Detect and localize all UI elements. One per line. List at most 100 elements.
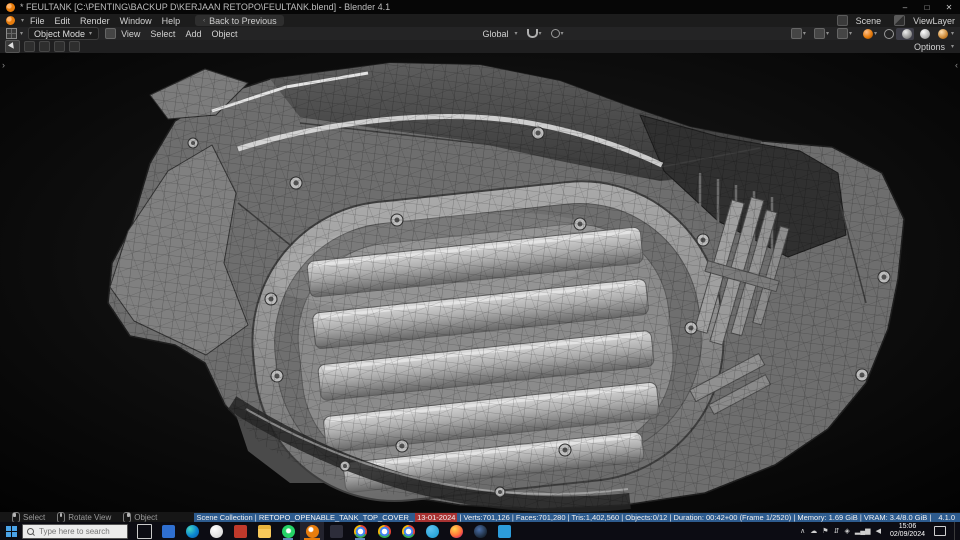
red-app-button[interactable] xyxy=(228,522,252,540)
tool-option-icon-1[interactable] xyxy=(24,41,35,52)
menu-render[interactable]: Render xyxy=(80,16,110,26)
menu-object[interactable]: Object xyxy=(211,29,237,39)
maximize-button[interactable]: □ xyxy=(916,0,938,14)
close-button[interactable]: ✕ xyxy=(938,0,960,14)
mode-options-icon[interactable] xyxy=(105,28,117,39)
options-caret-icon[interactable]: ▾ xyxy=(951,43,954,50)
snap-magnet-icon[interactable] xyxy=(526,29,538,38)
transform-orientation-selector[interactable]: Global xyxy=(482,29,508,39)
tool-option-icon-2[interactable] xyxy=(39,41,50,52)
shading-material-button[interactable] xyxy=(914,28,932,40)
menu-file[interactable]: File xyxy=(30,16,45,26)
system-tray: ∧ ☁ ⚑ ⇵ ◈ ▂▄▆ ◀ 15:06 02/09/2024 xyxy=(800,522,960,540)
overlays-caret-icon[interactable]: ▾ xyxy=(849,30,852,37)
whatsapp-button[interactable] xyxy=(276,522,300,540)
clock-time: 15:06 xyxy=(898,523,917,530)
mail-app-button[interactable] xyxy=(156,522,180,540)
proportional-editing-icon[interactable] xyxy=(550,29,560,38)
shading-caret-icon[interactable]: ▾ xyxy=(951,30,954,37)
blender-menu-caret-icon[interactable]: ▾ xyxy=(21,17,24,24)
network-signal-icon[interactable]: ▂▄▆ xyxy=(855,527,871,535)
show-desktop-button[interactable] xyxy=(954,522,958,540)
edge-button[interactable] xyxy=(180,522,204,540)
viewlayer-selector[interactable]: ViewLayer xyxy=(913,16,955,26)
telegram-button[interactable] xyxy=(420,522,444,540)
matcap-sphere-icon[interactable] xyxy=(862,28,873,39)
browser-button[interactable] xyxy=(204,522,228,540)
shading-rendered-button[interactable] xyxy=(932,28,950,40)
whatsapp-icon xyxy=(281,524,295,538)
start-button[interactable] xyxy=(0,522,22,540)
tool-option-icon-3[interactable] xyxy=(54,41,65,52)
back-to-previous-button[interactable]: ‹ Back to Previous xyxy=(195,15,284,26)
vscode-button[interactable] xyxy=(492,522,516,540)
blender-taskbar-button[interactable] xyxy=(300,522,324,540)
gizmos-toggle-icon[interactable] xyxy=(813,28,825,39)
tray-chevron-icon[interactable]: ∧ xyxy=(800,527,805,535)
visibility-caret-icon[interactable]: ▾ xyxy=(803,30,806,37)
minimize-button[interactable]: – xyxy=(894,0,916,14)
dark-app-button[interactable] xyxy=(324,522,348,540)
editor-type-icon[interactable] xyxy=(6,28,17,39)
stats-geometry: | Verts:701,126 | Faces:701,280 | Tris:1… xyxy=(457,512,934,522)
menu-view[interactable]: View xyxy=(121,29,140,39)
material-sphere-icon xyxy=(919,28,930,39)
gizmos-caret-icon[interactable]: ▾ xyxy=(826,30,829,37)
mouse-right-icon xyxy=(123,511,132,523)
search-input[interactable] xyxy=(37,525,121,537)
toolbar-toggle-icon[interactable]: › xyxy=(2,60,5,70)
tool-option-icon-4[interactable] xyxy=(69,41,80,52)
proportional-caret-icon[interactable]: ▾ xyxy=(561,30,564,37)
menu-edit[interactable]: Edit xyxy=(55,16,71,26)
file-explorer-button[interactable] xyxy=(252,522,276,540)
blender-menu-icon[interactable] xyxy=(6,16,15,25)
hint-rotate-label: Rotate View xyxy=(68,512,112,522)
chrome-button-3[interactable] xyxy=(396,522,420,540)
menu-window[interactable]: Window xyxy=(120,16,152,26)
snap-caret-icon[interactable]: ▾ xyxy=(539,30,542,37)
3d-viewport[interactable]: › ‹ xyxy=(0,53,960,512)
tray-cloud-icon[interactable]: ☁ xyxy=(810,527,817,535)
action-center-icon[interactable] xyxy=(934,526,946,536)
menu-help[interactable]: Help xyxy=(162,16,181,26)
matcap-caret-icon[interactable]: ▾ xyxy=(874,30,877,37)
volume-icon[interactable]: ◀ xyxy=(876,527,881,535)
menu-add[interactable]: Add xyxy=(185,29,201,39)
taskbar-apps xyxy=(132,522,516,540)
steam-button[interactable] xyxy=(468,522,492,540)
window-title: * FEULTANK [C:\PENTING\BACKUP D\KERJAAN … xyxy=(20,2,391,12)
menu-select[interactable]: Select xyxy=(150,29,175,39)
taskbar-clock[interactable]: 15:06 02/09/2024 xyxy=(886,523,929,539)
firefox-button[interactable] xyxy=(444,522,468,540)
chrome-button-2[interactable] xyxy=(372,522,396,540)
window-controls: – □ ✕ xyxy=(894,0,960,14)
viewport-header: ▾ Object Mode ▾ View Select Add Object G… xyxy=(0,27,960,41)
blender-version: 4.1.0 xyxy=(933,512,960,522)
active-tool-icon[interactable] xyxy=(5,40,20,53)
overlays-toggle-icon[interactable] xyxy=(836,28,848,39)
orientation-caret-icon[interactable]: ▾ xyxy=(514,30,517,37)
scene-selector[interactable]: Scene xyxy=(856,16,882,26)
options-dropdown[interactable]: Options xyxy=(914,42,945,52)
chrome-icon-3 xyxy=(401,524,415,538)
tray-gem-icon[interactable]: ◈ xyxy=(844,527,849,535)
vscode-icon xyxy=(497,524,511,538)
shading-wireframe-button[interactable] xyxy=(878,28,896,40)
tray-updown-icon[interactable]: ⇵ xyxy=(834,527,840,535)
file-explorer-icon xyxy=(257,524,271,538)
dark-app-icon xyxy=(329,524,343,538)
taskbar-search[interactable] xyxy=(22,523,128,539)
tray-flag-icon[interactable]: ⚑ xyxy=(822,527,828,535)
chrome-button-1[interactable] xyxy=(348,522,372,540)
editor-type-caret-icon[interactable]: ▾ xyxy=(20,30,23,37)
mode-selector[interactable]: Object Mode ▾ xyxy=(28,27,100,40)
mouse-middle-icon xyxy=(57,511,66,523)
sidebar-toggle-icon[interactable]: ‹ xyxy=(955,60,958,70)
shading-solid-button[interactable] xyxy=(895,27,914,40)
windows-logo-icon xyxy=(5,525,17,537)
hint-rotate-view: Rotate View xyxy=(57,511,112,523)
task-view-button[interactable] xyxy=(132,522,156,540)
viewlayer-icon xyxy=(894,15,906,26)
visibility-toggle-icon[interactable] xyxy=(790,28,802,39)
hint-object-label: Object xyxy=(134,512,158,522)
